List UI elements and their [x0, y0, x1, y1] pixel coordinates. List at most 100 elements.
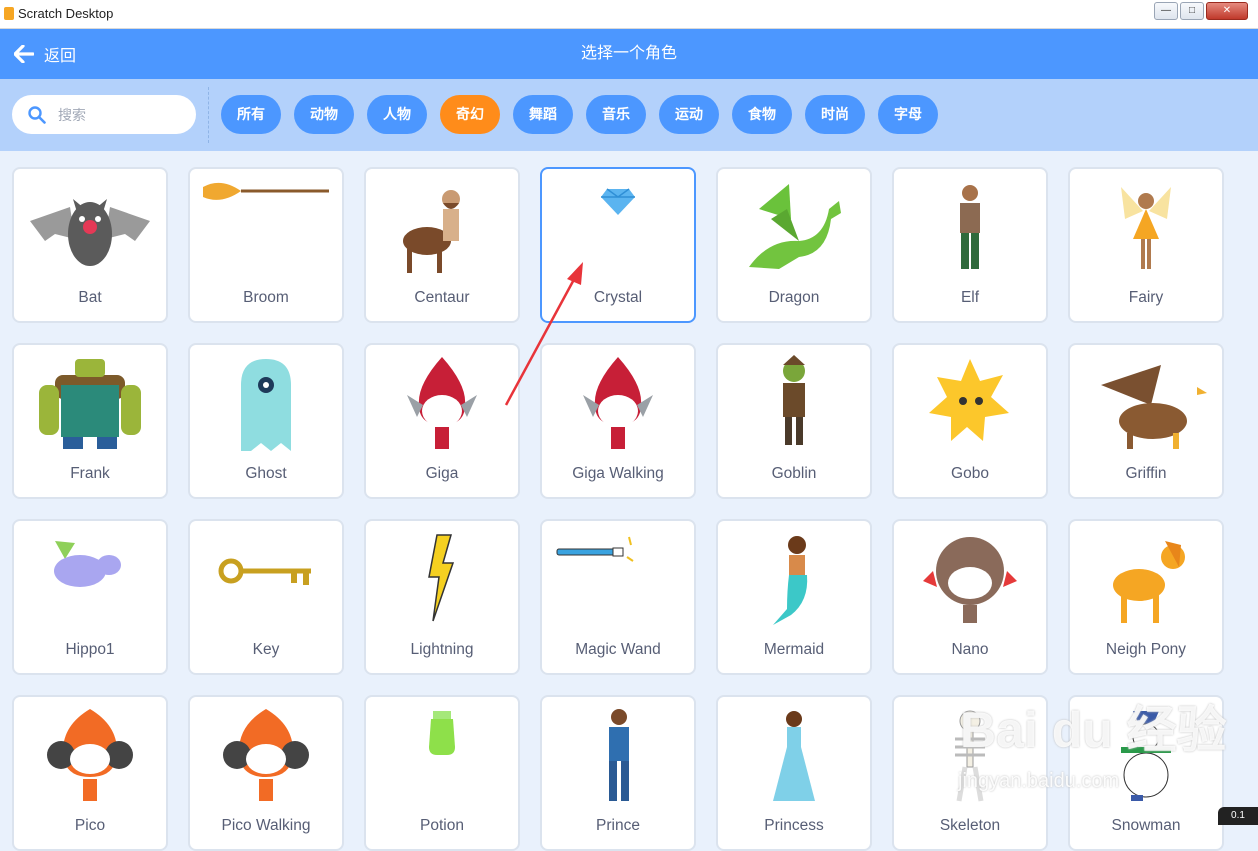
sprite-label: Broom — [243, 289, 289, 306]
sprite-card[interactable]: Crystal — [540, 167, 696, 323]
scratch-app-icon — [4, 7, 14, 20]
close-button[interactable]: ✕ — [1206, 2, 1248, 20]
sprite-card[interactable]: Bat — [12, 167, 168, 323]
tag-8-button[interactable]: 食物 — [732, 95, 792, 134]
lightning-icon — [366, 527, 518, 635]
filter-divider — [208, 87, 209, 143]
sprite-label: Snowman — [1111, 817, 1181, 834]
window-controls: — □ ✕ — [1154, 2, 1248, 20]
sprite-card[interactable]: Dragon — [716, 167, 872, 323]
frank-icon — [14, 351, 166, 459]
key-icon — [190, 527, 342, 635]
sprite-card[interactable]: Magic Wand — [540, 519, 696, 675]
prince-icon — [542, 703, 694, 811]
sprite-label: Frank — [70, 465, 110, 482]
sprite-label: Bat — [78, 289, 102, 306]
sprite-label: Giga Walking — [572, 465, 664, 482]
sprite-card[interactable]: Elf — [892, 167, 1048, 323]
potion-icon — [366, 703, 518, 811]
fairy-icon — [1070, 175, 1222, 283]
sprite-label: Potion — [420, 817, 464, 834]
sprite-label: Hippo1 — [65, 641, 115, 658]
watermark: Bai du 经验 — [960, 702, 1227, 758]
sprite-card[interactable]: Neigh Pony — [1068, 519, 1224, 675]
sprite-card[interactable]: Frank — [12, 343, 168, 499]
sprite-label: Key — [252, 641, 280, 658]
network-badge: 0.1 — [1218, 807, 1258, 825]
sprite-label: Pico Walking — [221, 817, 311, 834]
search-icon — [28, 105, 46, 124]
sprite-label: Prince — [596, 817, 640, 834]
sprite-card[interactable]: Prince — [540, 695, 696, 851]
sprite-card[interactable]: Fairy — [1068, 167, 1224, 323]
tag-4-button[interactable]: 奇幻 — [440, 95, 500, 134]
gobo-icon — [894, 351, 1046, 459]
sprite-card[interactable]: Goblin — [716, 343, 872, 499]
sprite-card[interactable]: Lightning — [364, 519, 520, 675]
tag-list: 所有 动物 人物 奇幻 舞蹈 音乐 运动 食物 时尚 字母 — [221, 95, 951, 134]
sprite-card[interactable]: Pico Walking — [188, 695, 344, 851]
magic-wand-icon — [542, 527, 694, 635]
sprite-card[interactable]: Potion — [364, 695, 520, 851]
ghost-icon — [190, 351, 342, 459]
sprite-label: Magic Wand — [575, 641, 661, 658]
bat-icon — [14, 175, 166, 283]
sprite-card[interactable]: Centaur — [364, 167, 520, 323]
sprite-card[interactable]: Gobo — [892, 343, 1048, 499]
sprite-label: Skeleton — [939, 817, 1001, 834]
giga-icon — [366, 351, 518, 459]
sprite-card[interactable]: Griffin — [1068, 343, 1224, 499]
princess-icon — [718, 703, 870, 811]
sprite-label: Mermaid — [763, 641, 825, 658]
tag-7-button[interactable]: 运动 — [659, 95, 719, 134]
pico-walking-icon — [190, 703, 342, 811]
sprite-card[interactable]: Giga — [364, 343, 520, 499]
window-titlebar: Scratch Desktop — □ ✕ — [0, 0, 1258, 29]
tag-5-button[interactable]: 舞蹈 — [513, 95, 573, 134]
maximize-button[interactable]: □ — [1180, 2, 1204, 20]
mermaid-icon — [718, 527, 870, 635]
tag-3-button[interactable]: 人物 — [367, 95, 427, 134]
crystal-icon — [542, 175, 694, 283]
search-box — [12, 95, 196, 134]
sprite-label: Griffin — [1125, 465, 1167, 482]
pico-icon — [14, 703, 166, 811]
sprite-label: Crystal — [593, 289, 643, 306]
sprite-card[interactable]: Princess — [716, 695, 872, 851]
sprite-label: Elf — [960, 289, 980, 306]
tag-2-button[interactable]: 动物 — [294, 95, 354, 134]
sprite-card[interactable]: Pico — [12, 695, 168, 851]
watermark-url: jingyan.baidu.com — [958, 770, 1120, 792]
giga-walking-icon — [542, 351, 694, 459]
broom-icon — [190, 175, 342, 283]
sprite-card[interactable]: Giga Walking — [540, 343, 696, 499]
sprite-card[interactable]: Mermaid — [716, 519, 872, 675]
sprite-label: Neigh Pony — [1105, 641, 1187, 658]
sprite-label: Gobo — [951, 465, 989, 482]
sprite-card[interactable]: Nano — [892, 519, 1048, 675]
tag-1-button[interactable]: 所有 — [221, 95, 281, 134]
search-input[interactable] — [56, 105, 180, 124]
page-title: 选择一个角色 — [580, 45, 677, 62]
filter-bar: 所有动物人物奇幻舞蹈音乐运动食物时尚字母 — [0, 79, 1258, 151]
hippo-icon — [14, 527, 166, 635]
sprite-label: Ghost — [245, 465, 287, 482]
sprite-card[interactable]: Broom — [188, 167, 344, 323]
centaur-icon — [366, 175, 518, 283]
tag-10-button[interactable]: 字母 — [878, 95, 938, 134]
library-header: 返回 选择一个角色 — [0, 29, 1258, 79]
sprite-label: Goblin — [771, 465, 817, 482]
sprite-label: Centaur — [414, 289, 470, 306]
sprite-label: Lightning — [410, 641, 474, 658]
sprite-label: Giga — [425, 465, 459, 482]
tag-6-button[interactable]: 音乐 — [586, 95, 646, 134]
sprite-label: Princess — [764, 817, 824, 834]
minimize-button[interactable]: — — [1154, 2, 1178, 20]
sprite-label: Nano — [951, 641, 989, 658]
window-title: Scratch Desktop — [18, 6, 114, 21]
tag-9-button[interactable]: 时尚 — [805, 95, 865, 134]
sprite-card[interactable]: Ghost — [188, 343, 344, 499]
sprite-card[interactable]: Hippo1 — [12, 519, 168, 675]
sprite-card[interactable]: Key — [188, 519, 344, 675]
elf-icon — [894, 175, 1046, 283]
